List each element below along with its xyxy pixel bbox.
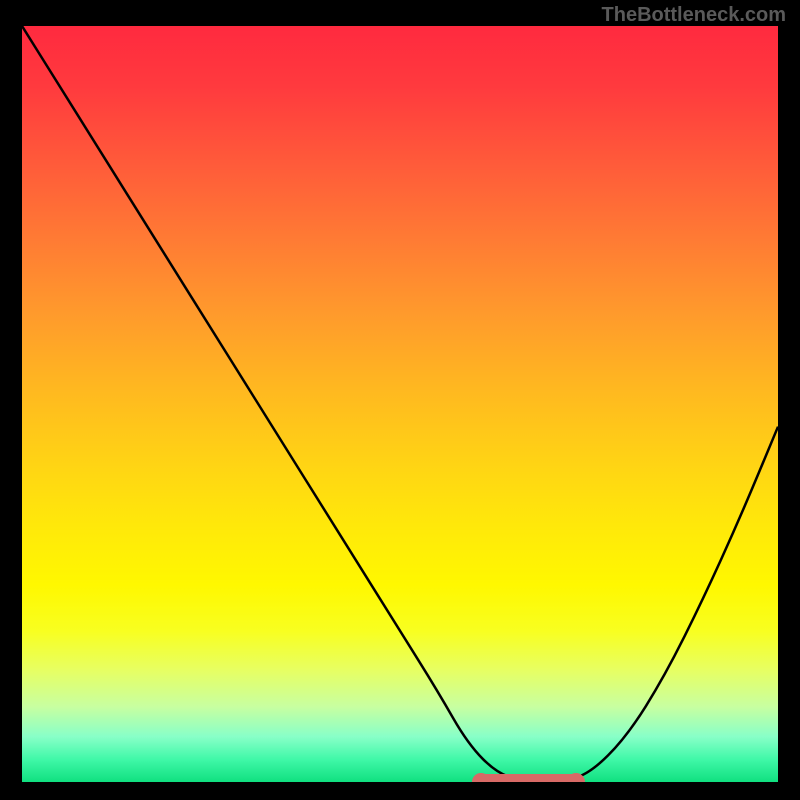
bottleneck-curve — [22, 26, 778, 782]
plot-area — [22, 26, 778, 782]
marker-dot-left — [472, 773, 490, 782]
optimal-range-marker — [476, 774, 582, 782]
watermark-text: TheBottleneck.com — [602, 4, 786, 27]
